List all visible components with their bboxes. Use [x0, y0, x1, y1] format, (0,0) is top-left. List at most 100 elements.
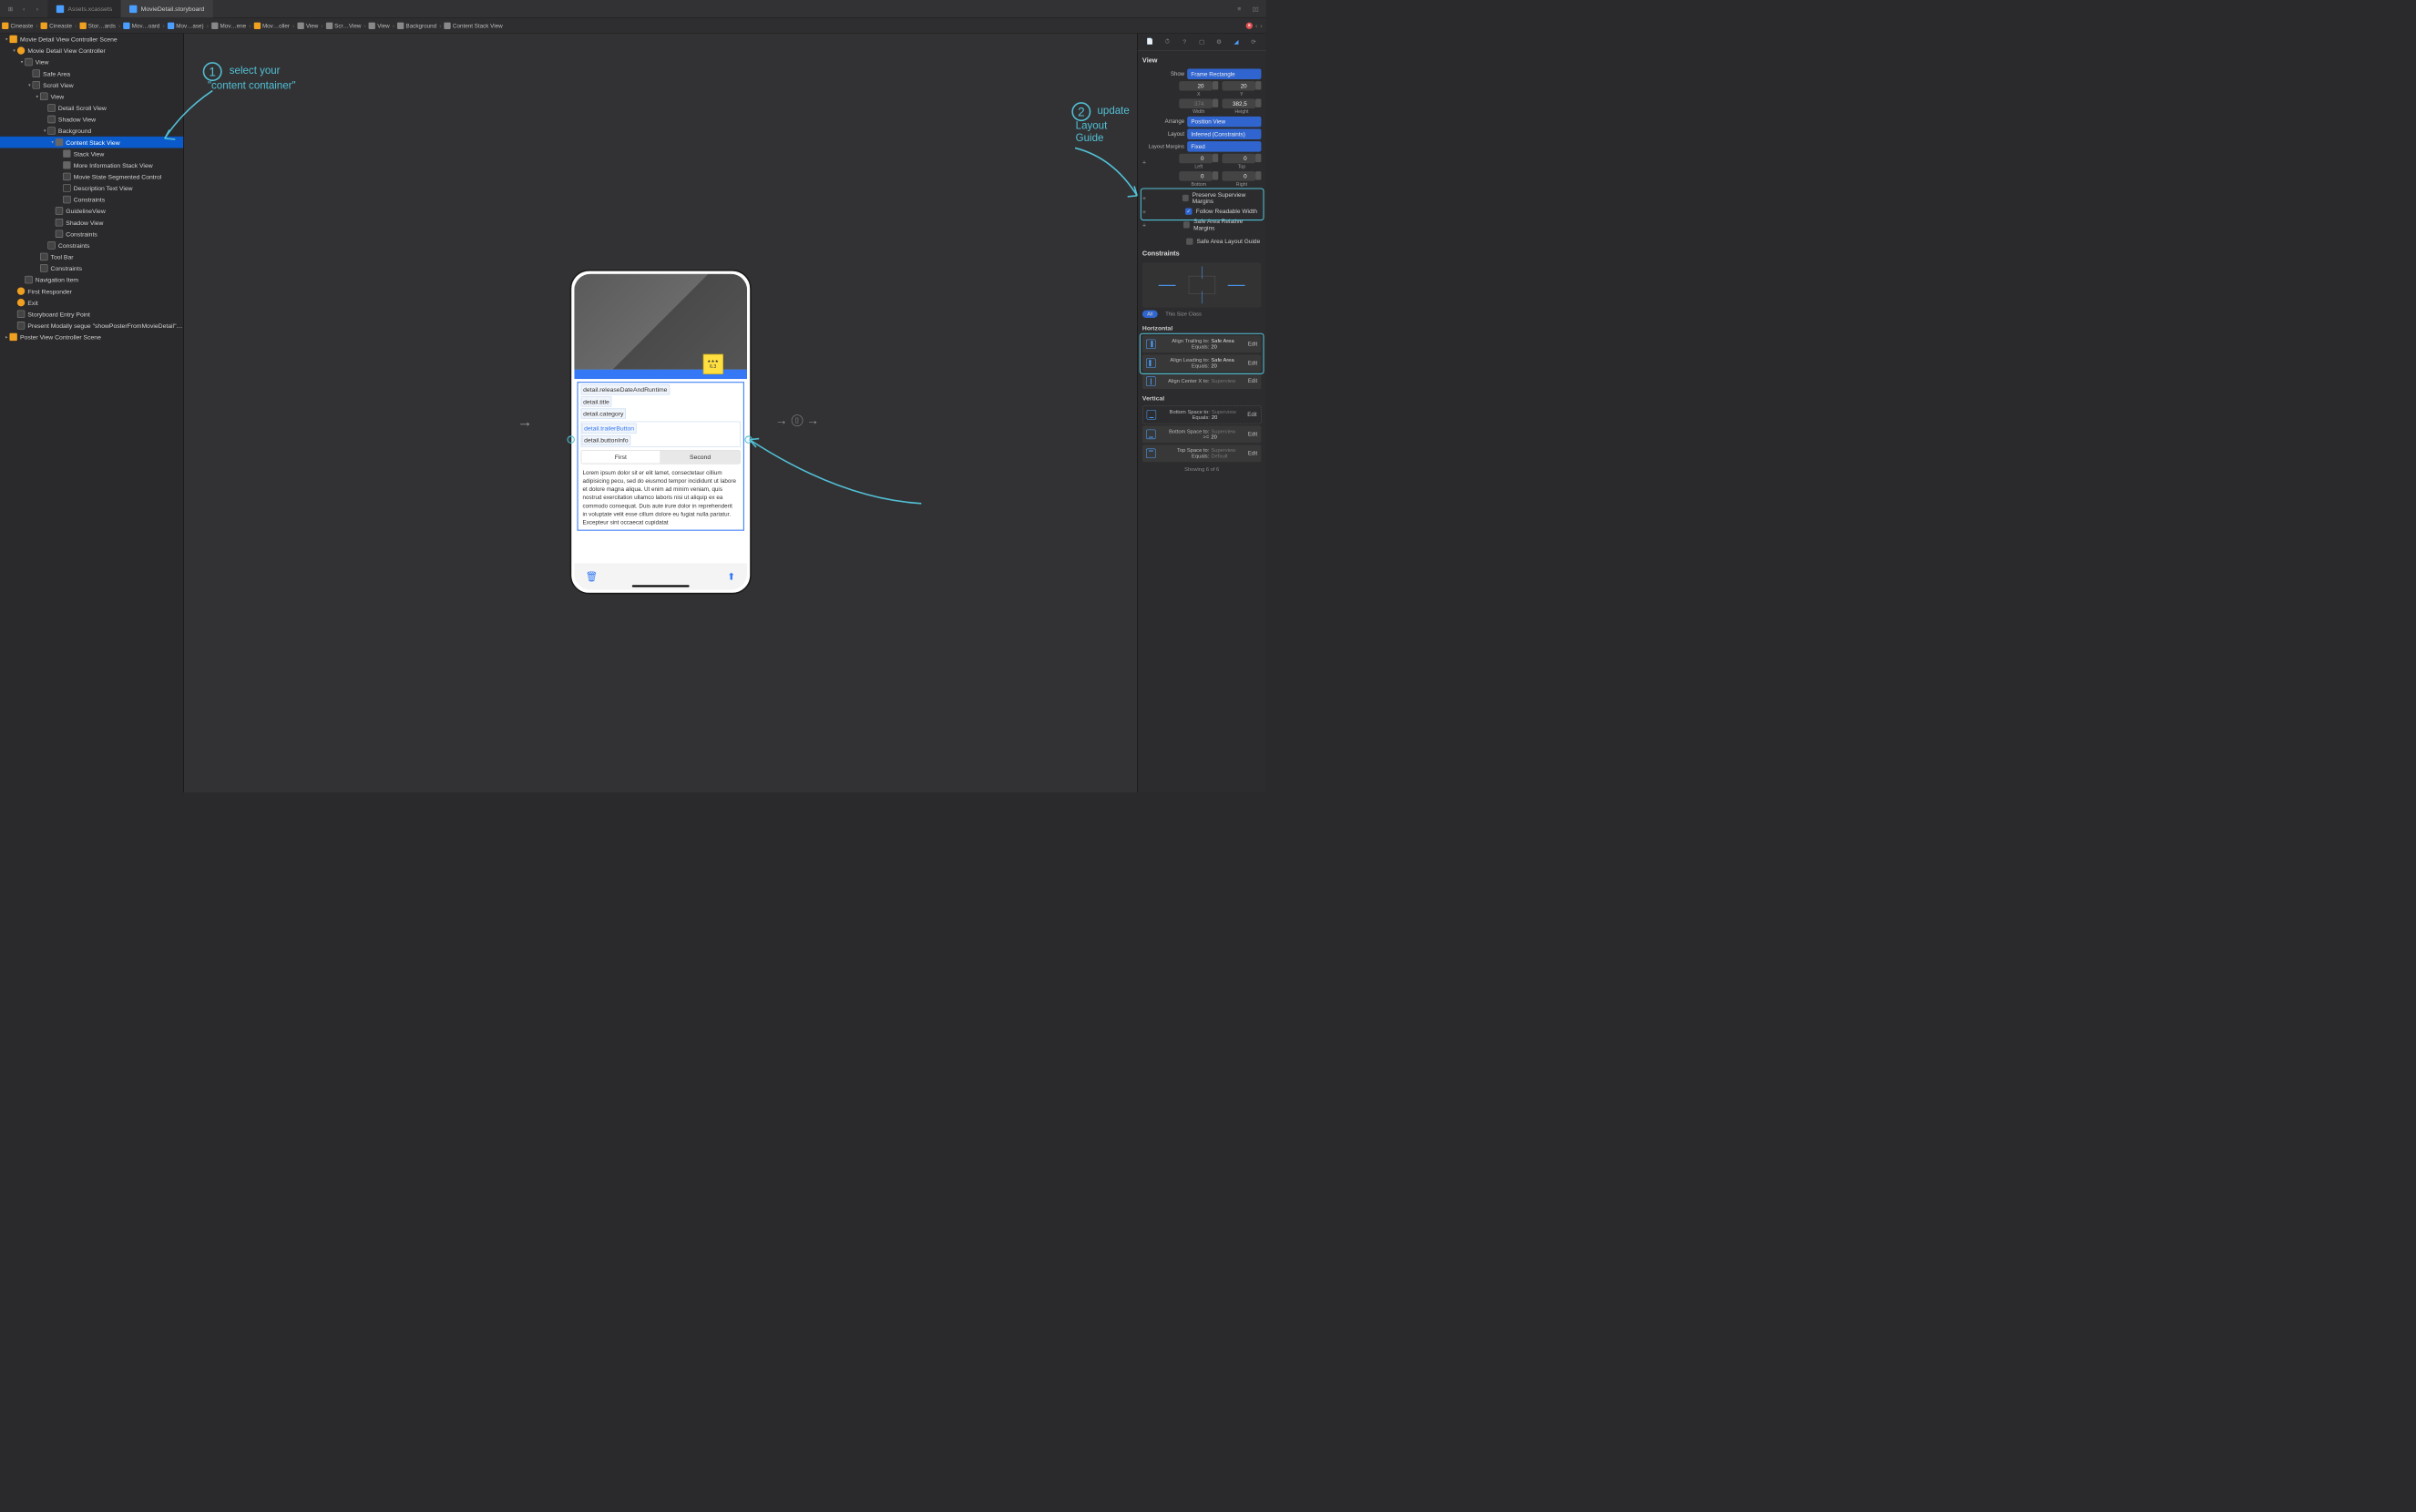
tree-row[interactable]: Shadow View: [0, 217, 183, 229]
tree-row[interactable]: ▾Movie Detail View Controller Scene: [0, 34, 183, 46]
trailer-button[interactable]: detail.trailerButton: [581, 424, 636, 434]
tree-row[interactable]: Description Text View: [0, 182, 183, 194]
tab-assets[interactable]: Assets.xcassets: [47, 0, 120, 17]
margin-right-field[interactable]: [1222, 171, 1255, 180]
margin-left-field[interactable]: [1179, 154, 1213, 163]
crumb[interactable]: Mov…oller: [251, 22, 292, 28]
history-inspector-icon[interactable]: ⏱: [1162, 36, 1173, 47]
crumb[interactable]: View: [295, 22, 320, 28]
assistant-icon[interactable]: ▯▯: [1251, 4, 1260, 13]
size-inspector-icon[interactable]: ◢: [1231, 36, 1242, 47]
tree-row[interactable]: GuidelineView: [0, 205, 183, 217]
tree-row[interactable]: ▾Movie Detail View Controller: [0, 45, 183, 56]
content-stack-view[interactable]: detail.releaseDateAndRuntime detail.titl…: [577, 382, 743, 530]
constraint-item[interactable]: ▐ Align Trailing to:Safe AreaEquals:20 E…: [1142, 335, 1261, 352]
segmented-control[interactable]: First Second: [580, 450, 740, 464]
safe-area-guide-checkbox[interactable]: [1186, 238, 1193, 244]
height-field[interactable]: [1222, 98, 1255, 107]
constraint-item[interactable]: ┃ Align Center X to:Superview Edit: [1142, 373, 1261, 389]
edit-button[interactable]: Edit: [1248, 451, 1257, 456]
constraint-item[interactable]: ▁ Bottom Space to:SuperviewEquals:20 Edi…: [1142, 405, 1261, 424]
constraint-item[interactable]: ▔ Top Space to:SuperviewEquals:Default E…: [1142, 444, 1261, 462]
nav-fwd-icon[interactable]: ›: [33, 4, 42, 13]
tree-row[interactable]: Movie State Segmented Control: [0, 171, 183, 183]
crumb[interactable]: Content Stack View: [442, 22, 504, 28]
leading-constraint-handle[interactable]: [567, 435, 574, 443]
stepper[interactable]: [1255, 98, 1261, 107]
crumb[interactable]: Mov…oard: [121, 22, 161, 28]
crumb-prev-icon[interactable]: ‹: [1255, 22, 1257, 28]
tree-row[interactable]: Tool Bar: [0, 251, 183, 263]
tree-row[interactable]: Detail Scroll View: [0, 102, 183, 114]
tree-row[interactable]: Present Modally segue "showPosterFromMov…: [0, 320, 183, 332]
safe-area-relative-checkbox[interactable]: [1183, 221, 1190, 228]
tree-row[interactable]: Stack View: [0, 148, 183, 159]
crumb[interactable]: Mov…ase): [166, 22, 206, 28]
crumb[interactable]: View: [367, 22, 392, 28]
tree-row[interactable]: Exit: [0, 297, 183, 309]
trailing-constraint-handle[interactable]: [744, 435, 752, 443]
tree-row[interactable]: ▾Scroll View: [0, 79, 183, 91]
y-field[interactable]: [1222, 81, 1255, 90]
help-inspector-icon[interactable]: ?: [1179, 36, 1190, 47]
tree-row[interactable]: Shadow View: [0, 114, 183, 126]
related-items-icon[interactable]: ⊞: [5, 4, 15, 13]
constraint-item[interactable]: ▁ Bottom Space to:Superview>=20 Edit: [1142, 425, 1261, 443]
margins-select[interactable]: Fixed: [1187, 141, 1261, 152]
crumb[interactable]: Mov…ene: [210, 22, 248, 28]
crumb[interactable]: Scr…View: [324, 22, 363, 28]
edit-button[interactable]: Edit: [1248, 361, 1257, 366]
tab-storyboard[interactable]: MovieDetail.storyboard: [121, 0, 213, 17]
tree-row[interactable]: Constraints: [0, 240, 183, 251]
stepper[interactable]: [1255, 81, 1261, 89]
crumb[interactable]: Stor…ards: [77, 22, 118, 28]
tree-row[interactable]: Navigation Item: [0, 274, 183, 286]
close-crumb-icon[interactable]: ×: [1246, 22, 1253, 28]
add-margin-btn[interactable]: +: [1142, 158, 1146, 165]
add-btn[interactable]: +: [1142, 194, 1146, 201]
tree-row[interactable]: ▸Poster View Controller Scene: [0, 332, 183, 343]
connections-inspector-icon[interactable]: ⟳: [1248, 36, 1259, 47]
tree-row[interactable]: Constraints: [0, 262, 183, 274]
tree-row[interactable]: Safe Area: [0, 67, 183, 79]
share-icon[interactable]: ⬆: [727, 570, 735, 582]
stepper[interactable]: [1213, 98, 1218, 107]
tree-row[interactable]: First Responder: [0, 285, 183, 297]
tree-row[interactable]: ▾View: [0, 91, 183, 103]
adjust-editor-icon[interactable]: ≡: [1234, 4, 1244, 13]
constraints-diagram[interactable]: [1142, 262, 1261, 307]
segment-second[interactable]: Second: [660, 451, 740, 464]
edit-button[interactable]: Edit: [1248, 379, 1257, 384]
segment-first[interactable]: First: [581, 451, 660, 464]
attributes-inspector-icon[interactable]: ⚙: [1213, 36, 1224, 47]
trash-icon[interactable]: 🗑: [586, 570, 598, 582]
margin-top-field[interactable]: [1222, 154, 1255, 163]
document-outline[interactable]: ▾Movie Detail View Controller Scene▾Movi…: [0, 34, 184, 792]
file-inspector-icon[interactable]: 📄: [1145, 36, 1156, 47]
show-select[interactable]: Frame Rectangle: [1187, 68, 1261, 79]
tree-row[interactable]: ▾Background: [0, 125, 183, 137]
crumb-next-icon[interactable]: ›: [1260, 22, 1262, 28]
crumb[interactable]: Cineaste: [0, 22, 35, 28]
identity-inspector-icon[interactable]: ▢: [1196, 36, 1207, 47]
add-btn[interactable]: +: [1142, 208, 1146, 215]
tree-row[interactable]: Constraints: [0, 228, 183, 240]
margin-bottom-field[interactable]: [1179, 171, 1213, 180]
pill-this-size[interactable]: This Size Class: [1161, 311, 1206, 318]
layout-select[interactable]: Inferred (Constraints): [1187, 128, 1261, 139]
nav-back-icon[interactable]: ‹: [19, 4, 28, 13]
crumb[interactable]: Cineaste: [39, 22, 74, 28]
arrange-select[interactable]: Position View: [1187, 117, 1261, 128]
pill-all[interactable]: All: [1142, 311, 1158, 318]
edit-button[interactable]: Edit: [1247, 412, 1256, 417]
tree-row[interactable]: ▾Content Stack View: [0, 137, 183, 148]
edit-button[interactable]: Edit: [1248, 432, 1257, 437]
tree-row[interactable]: More Information Stack View: [0, 159, 183, 171]
preserve-checkbox[interactable]: [1182, 195, 1189, 201]
stepper[interactable]: [1213, 81, 1218, 89]
edit-button[interactable]: Edit: [1248, 342, 1257, 347]
tree-row[interactable]: Storyboard Entry Point: [0, 309, 183, 321]
tree-row[interactable]: ▾View: [0, 56, 183, 68]
add-btn[interactable]: +: [1142, 221, 1146, 229]
ib-canvas[interactable]: ★★★ 6.3 detail.releaseDateAndRuntime det…: [184, 34, 1137, 792]
